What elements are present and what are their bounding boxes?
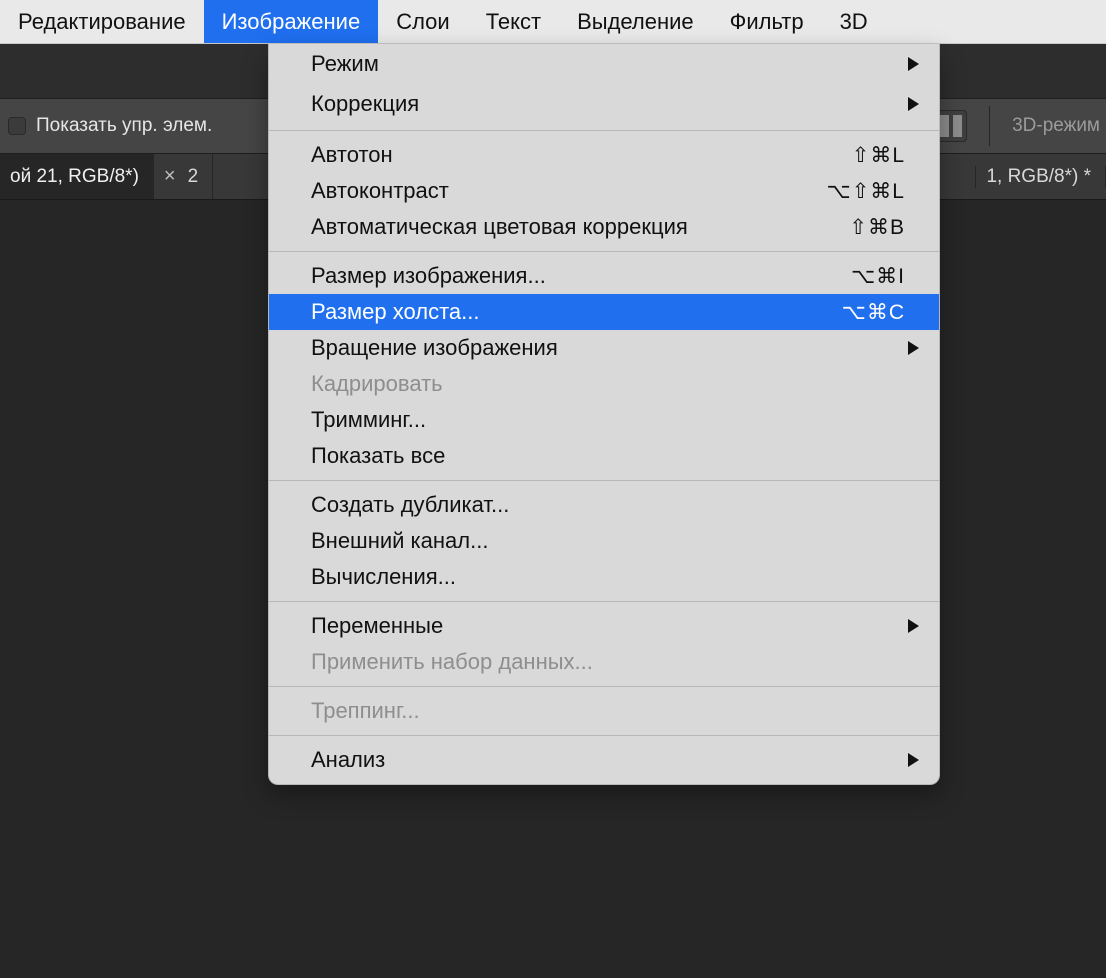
menu-item[interactable]: Автоматическая цветовая коррекция⇧⌘B: [269, 209, 939, 245]
menu-edit[interactable]: Редактирование: [0, 0, 204, 43]
menu-item[interactable]: Вращение изображения: [269, 330, 939, 366]
image-menu-dropdown: РежимКоррекцияАвтотон⇧⌘LАвтоконтраст⌥⇧⌘L…: [268, 44, 940, 785]
menu-label: Фильтр: [730, 9, 804, 35]
menu-select[interactable]: Выделение: [559, 0, 712, 43]
menu-item-label: Автотон: [311, 142, 852, 168]
menu-item-label: Вычисления...: [311, 564, 905, 590]
menu-separator: [269, 601, 939, 602]
menu-item-label: Кадрировать: [311, 371, 905, 397]
menu-item[interactable]: Автоконтраст⌥⇧⌘L: [269, 173, 939, 209]
menu-item[interactable]: Создать дубликат...: [269, 487, 939, 523]
document-tab[interactable]: ой 21, RGB/8*): [0, 154, 154, 199]
menu-item-label: Тримминг...: [311, 407, 905, 433]
chevron-right-icon: [908, 57, 919, 71]
document-tab[interactable]: × 2: [154, 154, 213, 199]
menu-label: 3D: [840, 9, 868, 35]
menu-item-label: Анализ: [311, 747, 905, 773]
menu-separator: [269, 735, 939, 736]
menu-label: Редактирование: [18, 9, 186, 35]
chevron-right-icon: [908, 97, 919, 111]
menu-image[interactable]: Изображение: [204, 0, 379, 43]
menu-item-label: Автоконтраст: [311, 178, 827, 204]
tab-title-fragment: 2: [188, 166, 199, 188]
menu-item-label: Коррекция: [311, 91, 905, 117]
menu-item-shortcut: ⌥⇧⌘L: [827, 179, 905, 204]
menu-item-label: Вращение изображения: [311, 335, 905, 361]
menu-item: Применить набор данных...: [269, 644, 939, 680]
chevron-right-icon: [908, 619, 919, 633]
menu-item-shortcut: ⇧⌘B: [849, 215, 905, 240]
menu-item-shortcut: ⌥⌘C: [842, 300, 905, 325]
menu-item[interactable]: Внешний канал...: [269, 523, 939, 559]
menu-3d[interactable]: 3D: [822, 0, 886, 43]
menu-item-label: Внешний канал...: [311, 528, 905, 554]
menubar: Редактирование Изображение Слои Текст Вы…: [0, 0, 1106, 44]
menu-item-label: Создать дубликат...: [311, 492, 905, 518]
tab-title-fragment: 1, RGB/8*) *: [986, 166, 1091, 188]
menu-item[interactable]: Коррекция: [269, 84, 939, 124]
menu-filter[interactable]: Фильтр: [712, 0, 822, 43]
menu-item-label: Показать все: [311, 443, 905, 469]
menu-layers[interactable]: Слои: [378, 0, 468, 43]
menu-item-shortcut: ⇧⌘L: [852, 143, 905, 168]
menu-item[interactable]: Автотон⇧⌘L: [269, 137, 939, 173]
document-tab[interactable]: 1, RGB/8*) *: [975, 166, 1106, 188]
menu-item[interactable]: Режим: [269, 44, 939, 84]
menu-item-label: Режим: [311, 51, 905, 77]
menu-item-label: Автоматическая цветовая коррекция: [311, 214, 849, 240]
menu-item[interactable]: Вычисления...: [269, 559, 939, 595]
menu-item[interactable]: Размер изображения...⌥⌘I: [269, 258, 939, 294]
chevron-right-icon: [908, 341, 919, 355]
menu-text[interactable]: Текст: [468, 0, 559, 43]
menu-item-label: Размер холста...: [311, 299, 842, 325]
menu-label: Текст: [486, 9, 541, 35]
menu-item-label: Треппинг...: [311, 698, 905, 724]
chevron-right-icon: [908, 753, 919, 767]
menu-item[interactable]: Показать все: [269, 438, 939, 474]
show-controls-label: Показать упр. элем.: [36, 115, 212, 137]
menu-item[interactable]: Тримминг...: [269, 402, 939, 438]
menu-separator: [269, 251, 939, 252]
close-icon[interactable]: ×: [164, 165, 176, 188]
menu-item-shortcut: ⌥⌘I: [851, 264, 905, 289]
menu-label: Изображение: [222, 9, 361, 35]
tab-title-fragment: ой 21, RGB/8*): [10, 166, 139, 188]
menu-label: Слои: [396, 9, 450, 35]
menu-item[interactable]: Размер холста...⌥⌘C: [269, 294, 939, 330]
menu-separator: [269, 480, 939, 481]
menu-item-label: Применить набор данных...: [311, 649, 905, 675]
separator: [989, 106, 990, 146]
menu-item[interactable]: Анализ: [269, 742, 939, 778]
menu-label: Выделение: [577, 9, 694, 35]
menu-item: Кадрировать: [269, 366, 939, 402]
mode-3d-label[interactable]: 3D-режим: [1012, 115, 1106, 137]
menu-separator: [269, 130, 939, 131]
menu-item: Треппинг...: [269, 693, 939, 729]
show-controls-checkbox[interactable]: [8, 117, 26, 135]
menu-item-label: Переменные: [311, 613, 905, 639]
menu-separator: [269, 686, 939, 687]
menu-item-label: Размер изображения...: [311, 263, 851, 289]
menu-item[interactable]: Переменные: [269, 608, 939, 644]
